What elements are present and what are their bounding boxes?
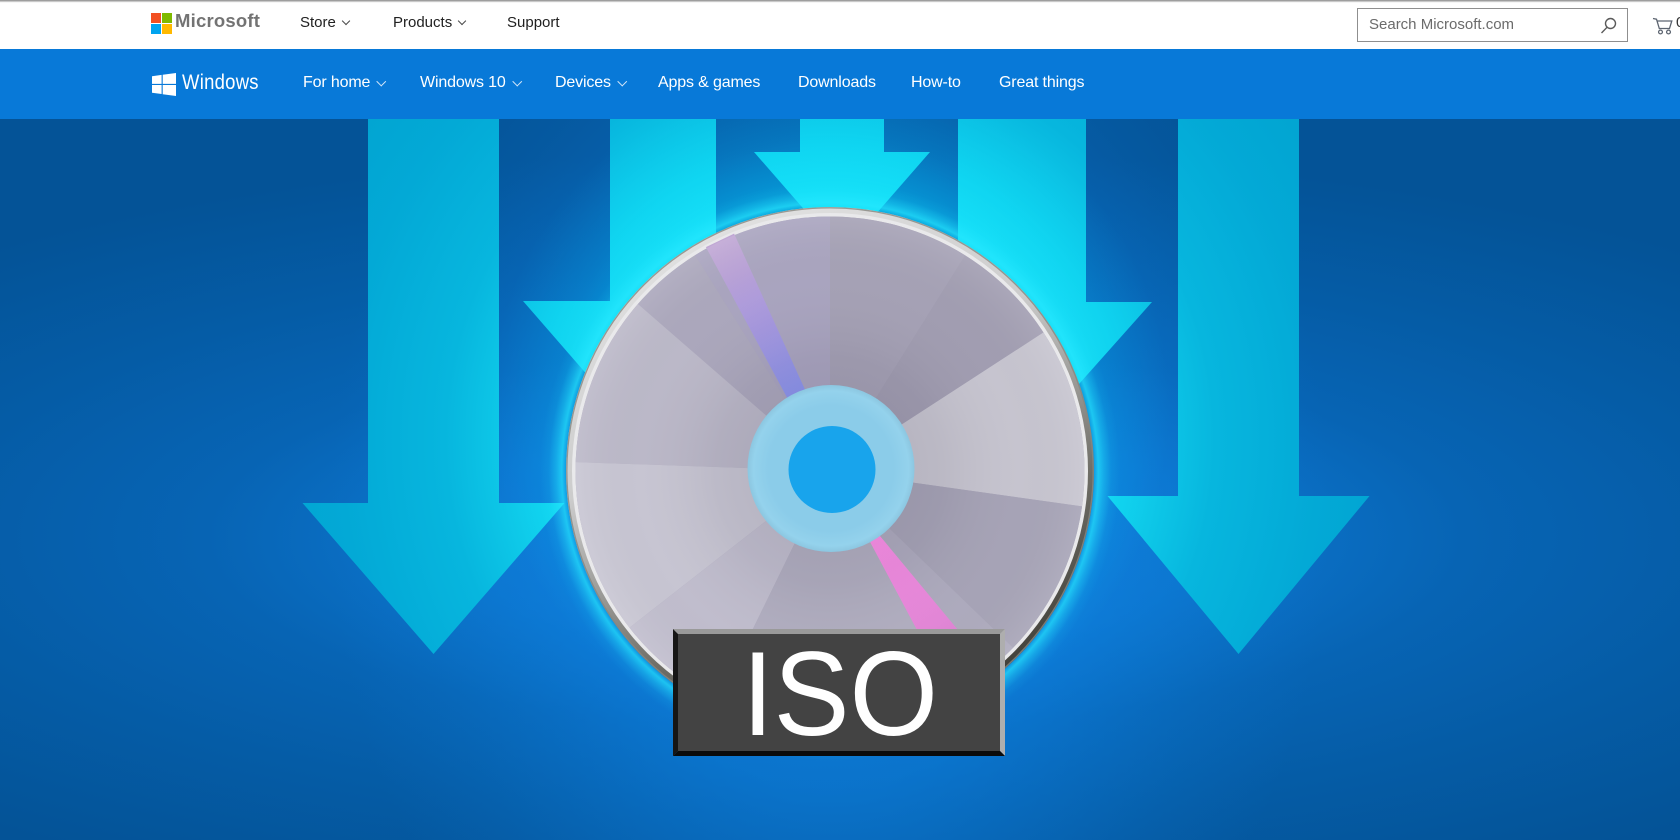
svg-text:ISO: ISO <box>742 627 938 761</box>
